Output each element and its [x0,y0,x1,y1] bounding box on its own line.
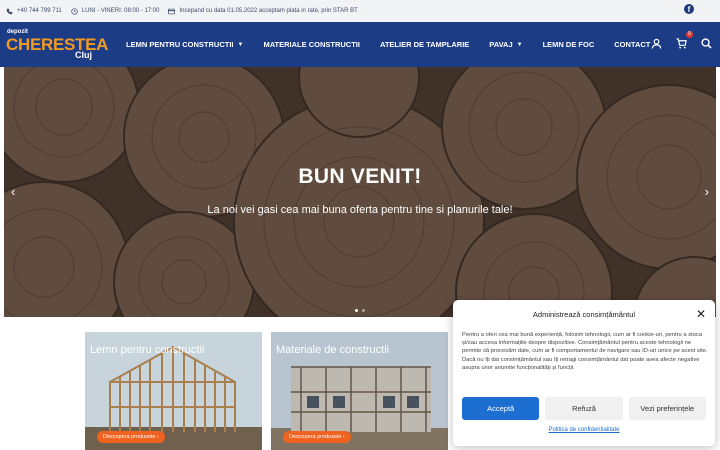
main-header: depozit CHERESTEA Cluj LEMN PENTRU CONST… [0,22,720,67]
consent-text: Pentru a oferi cea mai bună experiență, … [462,332,708,371]
view-preferences-button[interactable]: Vezi preferințele [628,397,706,420]
consent-title: Administrează consimțământul [532,310,636,319]
opening-hours: LUNI - VINERI: 08:00 - 17:00 [81,8,160,14]
nav-item-lemn-pentru-constructii[interactable]: LEMN PENTRU CONSTRUCTII ▼ [126,40,243,49]
slider-dot[interactable] [355,309,358,312]
hours-info: LUNI - VINERI: 08:00 - 17:00 [71,7,160,15]
nav-item-label: ATELIER DE TAMPLARIE [379,40,470,49]
logo-city-text: Cluj [75,50,92,60]
phone-icon [6,8,13,15]
chevron-right-icon[interactable]: › [705,184,709,199]
category-card-lemn-pentru-constructii[interactable]: Lemn pentru constructii Descopera produs… [85,332,262,450]
phone-number: +40 744 799 711 [17,8,62,14]
slider-dot[interactable] [362,309,365,312]
nav-item-lemn-de-foc[interactable]: LEMN DE FOC [543,40,595,49]
top-info-bar: +40 744 799 711 LUNI - VINERI: 08:00 - 1… [0,0,720,22]
nav-item-label: MATERIALE CONSTRUCTII [263,40,360,49]
consent-buttons: Acceptă Refuză Vezi preferințele [462,397,706,420]
category-card-materiale-de-constructii[interactable]: Materiale de constructii Descopera produ… [271,332,448,450]
cookie-consent-dialog: Administrează consimțământul ✕ Pentru a … [453,300,715,446]
chevron-down-icon: ▼ [516,41,523,48]
card-title: Materiale de constructii [276,344,390,356]
cart-count-badge: 0 [686,30,693,38]
card-title: Lemn pentru constructii [90,344,205,356]
nav-item-pavaj[interactable]: PAVAJ ▼ [489,40,522,49]
discover-products-button[interactable]: Descopera produsele › [283,431,351,443]
site-logo[interactable]: depozit CHERESTEA Cluj [6,29,108,63]
chevron-down-icon: ▼ [237,41,244,48]
nav-item-materiale-constructii[interactable]: MATERIALE CONSTRUCTII [263,40,360,49]
nav-item-atelier-de-tamplarie[interactable]: ATELIER DE TAMPLARIE [380,40,469,49]
nav-item-label: LEMN DE FOC [542,40,595,49]
cart-icon [676,37,687,49]
payment-note: Incepand cu data 01.05.2022 acceptam pla… [179,8,358,14]
hero-slider: BUN VENIT! La noi vei gasi cea mai buna … [4,67,716,317]
cart-button[interactable]: 0 [676,30,693,54]
credit-card-icon [168,8,176,15]
nav-item-contact[interactable]: CONTACT [614,40,650,49]
nav-item-label: LEMN PENTRU CONSTRUCTII [126,40,234,49]
payment-info: Incepand cu data 01.05.2022 acceptam pla… [168,8,358,15]
clock-icon [71,7,78,15]
main-nav: LEMN PENTRU CONSTRUCTII ▼ MATERIALE CONS… [126,22,670,67]
chevron-left-icon[interactable]: ‹ [11,184,15,199]
close-icon[interactable]: ✕ [696,307,706,321]
account-icon[interactable] [651,36,662,54]
nav-item-label: CONTACT [614,40,651,49]
hero-subtitle: La noi vei gasi cea mai buna oferta pent… [207,204,513,216]
wood-logs-background-image [4,67,716,317]
privacy-policy-link[interactable]: Politica de confidentialitate [453,427,715,433]
refuse-button[interactable]: Refuză [545,397,623,420]
search-icon[interactable] [701,36,712,54]
hero-title: BUN VENIT! [298,165,422,188]
logo-brand-text: CHERESTEA [6,35,109,54]
phone-info[interactable]: +40 744 799 711 [6,8,62,15]
header-icons: 0 [651,22,712,67]
facebook-icon[interactable]: f [684,4,694,14]
accept-button[interactable]: Acceptă [462,397,540,420]
nav-item-label: PAVAJ [489,40,513,49]
discover-products-button[interactable]: Descopera produsele › [97,431,165,443]
